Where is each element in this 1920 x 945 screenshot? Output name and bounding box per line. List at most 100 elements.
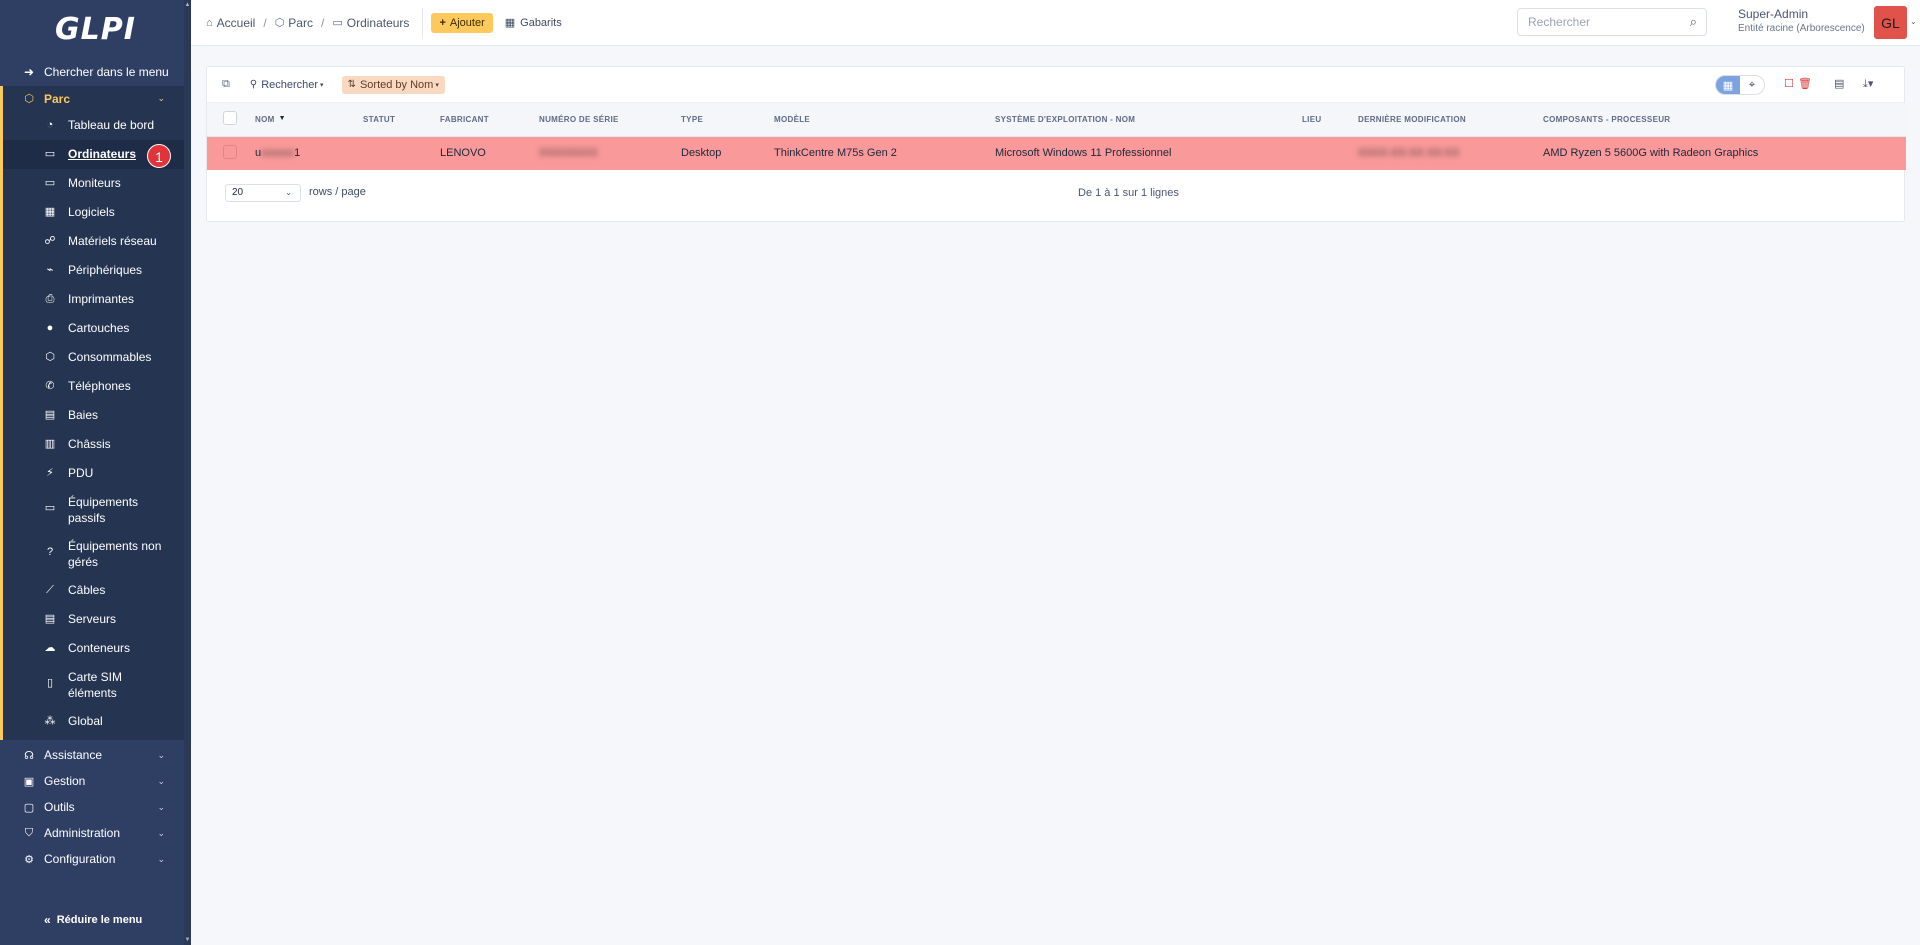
column-label: DERNIÈRE MODIFICATION <box>1358 114 1466 124</box>
table-row[interactable]: uxxxxxx1 LENOVO XXXXXXXX Desktop ThinkCe… <box>207 136 1906 170</box>
export-icon[interactable]: ⤓▾ <box>1863 77 1873 91</box>
sidebar-item-label: Carte SIM éléments <box>68 670 123 700</box>
breadcrumb-computers[interactable]: ▭ Ordinateurs <box>332 16 409 30</box>
user-info[interactable]: Super-Admin Entité racine (Arborescence) <box>1738 7 1865 34</box>
printer-icon: ⎙ <box>45 293 55 305</box>
collapse-menu-button[interactable]: « Réduire le menu <box>44 913 142 927</box>
search-toggle-button[interactable]: ⚲ Rechercher ▾ <box>244 76 330 94</box>
arrow-right-icon: ➜ <box>23 65 35 79</box>
map-view-icon[interactable]: ⌖ <box>1740 76 1764 94</box>
menu-search-label: Chercher dans le menu <box>44 65 169 79</box>
scroll-down-icon[interactable]: ▼ <box>184 937 191 943</box>
sidebar-item-simcards[interactable]: ▯ Carte SIM éléments <box>3 663 191 707</box>
section-parc[interactable]: ⬡ Parc ⌄ <box>0 86 191 111</box>
sidebar-item-racks[interactable]: ▤ Baies <box>3 401 191 430</box>
results-table: NOM ▼ STATUT FABRICANT NUMÉRO DE SÉRIE TY… <box>207 103 1906 170</box>
global-icon: ⁂ <box>44 715 56 727</box>
cloud-icon: ☁ <box>44 642 56 654</box>
user-name: Super-Admin <box>1738 7 1809 21</box>
column-header-os[interactable]: SYSTÈME D'EXPLOITATION - NOM <box>989 103 1296 137</box>
column-header-processeur[interactable]: COMPOSANTS - PROCESSEUR <box>1537 103 1906 137</box>
sidebar-item-cables[interactable]: ⟋ Câbles <box>3 576 191 605</box>
breadcrumb-home[interactable]: ⌂ Accueil <box>206 16 255 30</box>
column-header-fabricant[interactable]: FABRICANT <box>434 103 533 137</box>
sidebar: GLPI ➜ Chercher dans le menu ⬡ Parc ⌄ ◔ … <box>0 0 191 945</box>
sidebar-item-unmanaged[interactable]: ? Équipements non gérés <box>3 532 191 576</box>
row-checkbox[interactable] <box>223 144 237 159</box>
sidebar-item-label: Global <box>68 714 103 728</box>
sidebar-item-peripherals[interactable]: ⌁ Périphériques <box>3 256 191 285</box>
section-label: Configuration <box>44 852 116 866</box>
column-label: SYSTÈME D'EXPLOITATION - NOM <box>995 114 1136 124</box>
sort-button[interactable]: ⇅ Sorted by Nom ▾ <box>341 75 445 94</box>
monitor-icon: ▭ <box>44 177 56 189</box>
column-header-serie[interactable]: NUMÉRO DE SÉRIE <box>533 103 675 137</box>
sidebar-item-label: Ordinateurs <box>68 147 137 161</box>
cell-fabricant: LENOVO <box>434 136 533 170</box>
table-view-icon[interactable]: ▦ <box>1716 76 1740 94</box>
sidebar-item-global[interactable]: ⁂ Global <box>3 707 191 736</box>
search-icon[interactable]: ⌕ <box>1690 14 1697 30</box>
sidebar-item-containers[interactable]: ☁ Conteneurs <box>3 634 191 663</box>
cable-icon: ⟋ <box>46 584 54 596</box>
scroll-up-icon[interactable]: ▲ <box>184 2 191 8</box>
breadcrumb-parc[interactable]: ⬡ Parc <box>275 16 313 30</box>
section-assistance[interactable]: ☊ Assistance ⌄ <box>0 742 191 768</box>
network-icon: ☍ <box>44 235 56 247</box>
menu-search-link[interactable]: ➜ Chercher dans le menu <box>0 58 191 86</box>
column-header-statut[interactable]: STATUT <box>357 103 434 137</box>
sidebar-item-consumables[interactable]: ⬡ Consommables <box>3 343 191 372</box>
checkbox-icon[interactable]: ☐ <box>1784 77 1794 90</box>
column-header-nom[interactable]: NOM ▼ <box>249 103 357 137</box>
sidebar-item-passive-devices[interactable]: ▭ Équipements passifs <box>3 488 191 532</box>
section-gestion[interactable]: ▣ Gestion ⌄ <box>0 768 191 794</box>
sidebar-item-monitors[interactable]: ▭ Moniteurs <box>3 169 191 198</box>
column-header-lieu[interactable]: LIEU <box>1296 103 1352 137</box>
templates-link[interactable]: ▦ Gabarits <box>505 16 562 30</box>
cell-nom[interactable]: uxxxxxx1 <box>249 136 357 170</box>
chevron-down-icon: ⌄ <box>157 93 165 103</box>
sidebar-scrollbar[interactable]: ▲ ▼ <box>184 0 191 945</box>
section-administration[interactable]: ⛉ Administration ⌄ <box>0 820 191 846</box>
rows-per-page-select[interactable]: 20 ⌄ <box>225 184 301 202</box>
sidebar-item-software[interactable]: ▦ Logiciels <box>3 198 191 227</box>
sidebar-item-dashboard[interactable]: ◔ Tableau de bord <box>3 111 191 140</box>
chevron-down-icon: ⌄ <box>157 775 165 786</box>
sidebar-item-network[interactable]: ☍ Matériels réseau <box>3 227 191 256</box>
sidebar-item-label: Conteneurs <box>68 641 131 655</box>
sidebar-item-computers[interactable]: ▭ Ordinateurs 1 <box>3 140 191 169</box>
chevron-down-icon[interactable]: ⌄ <box>1910 17 1917 26</box>
pagination-info: De 1 à 1 sur 1 lignes <box>1078 187 1179 199</box>
sidebar-item-label: Téléphones <box>68 379 131 393</box>
sidebar-item-pdu[interactable]: ⚡ PDU <box>3 459 191 488</box>
columns-icon[interactable]: ▤ <box>1834 77 1844 90</box>
copy-icon[interactable]: ⧉ <box>222 78 230 91</box>
select-all-checkbox[interactable] <box>223 111 237 126</box>
package-icon: ⬡ <box>45 351 55 363</box>
sort-down-icon: ▼ <box>278 114 286 122</box>
add-button[interactable]: + Ajouter <box>431 12 493 33</box>
sidebar-item-servers[interactable]: ▤ Serveurs <box>3 605 191 634</box>
sidebar-item-enclosures[interactable]: ▥ Châssis <box>3 430 191 459</box>
header-divider <box>422 7 424 38</box>
column-header-modif[interactable]: DERNIÈRE MODIFICATION <box>1352 103 1537 137</box>
section-outils[interactable]: ▢ Outils ⌄ <box>0 794 191 820</box>
column-header-type[interactable]: TYPE <box>675 103 768 137</box>
sidebar-item-printers[interactable]: ⎙ Imprimantes <box>3 285 191 314</box>
sidebar-item-label: Châssis <box>68 437 111 451</box>
cell-modif: XXXX-XX-XX XX:XX <box>1352 136 1537 170</box>
global-search-input[interactable] <box>1528 15 1678 29</box>
sidebar-item-cartridges[interactable]: ● Cartouches <box>3 314 191 343</box>
trash-icon[interactable]: 🗑 <box>1798 77 1812 90</box>
pagination-bar: 20 ⌄ rows / page De 1 à 1 sur 1 lignes <box>207 170 1904 220</box>
section-label: Gestion <box>44 774 86 788</box>
avatar[interactable]: GL <box>1874 6 1907 39</box>
box-icon: ⬡ <box>274 17 285 29</box>
sidebar-item-label: Équipements non gérés <box>68 539 162 569</box>
column-label: NUMÉRO DE SÉRIE <box>539 114 619 124</box>
sidebar-item-label: Cartouches <box>68 321 130 335</box>
glpi-logo[interactable]: GLPI <box>0 0 191 58</box>
sidebar-item-phones[interactable]: ✆ Téléphones <box>3 372 191 401</box>
section-configuration[interactable]: ⚙ Configuration ⌄ <box>0 846 191 872</box>
column-header-modele[interactable]: MODÈLE <box>768 103 989 137</box>
